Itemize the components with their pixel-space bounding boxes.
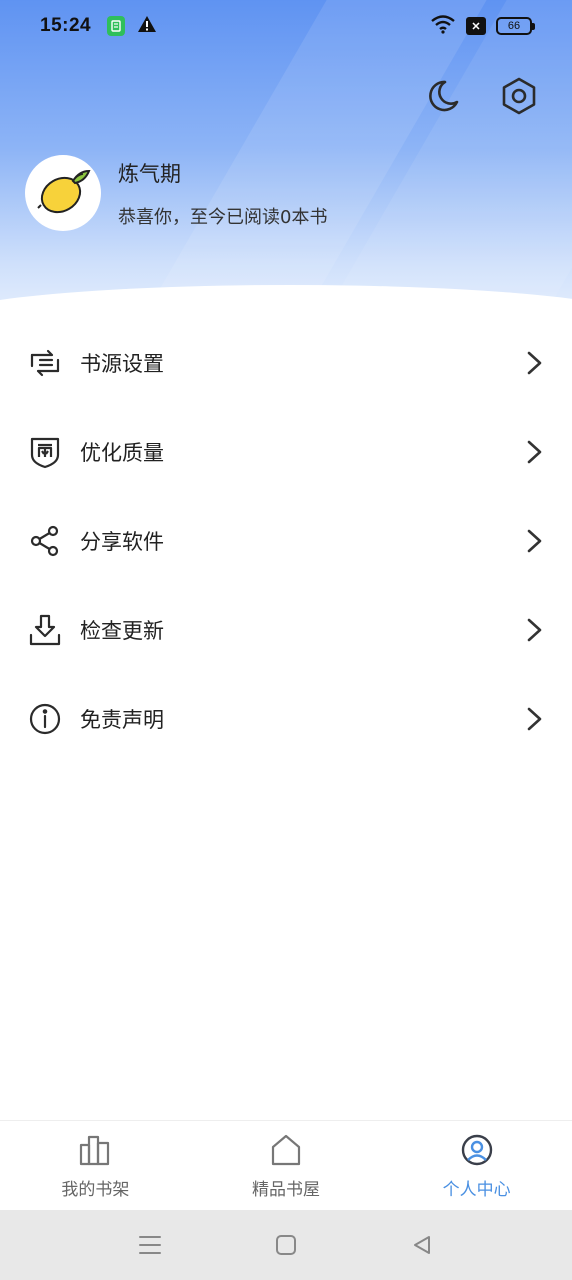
bookshelf-icon — [78, 1133, 112, 1167]
menu-item-label: 免责声明 — [80, 707, 164, 732]
chevron-right-icon — [524, 528, 544, 554]
username: 炼气期 — [118, 162, 181, 186]
tab-bookshelf[interactable]: 我的书架 — [0, 1121, 191, 1210]
nav-label: 个人中心 — [442, 1180, 511, 1200]
reading-stat: 恭喜你，至今已阅读0本书 — [118, 207, 328, 228]
settings-button[interactable] — [499, 76, 539, 116]
menu-item-optimize-quality[interactable]: 优化质量 — [0, 407, 572, 496]
avatar[interactable] — [25, 155, 101, 231]
menu-item-share-app[interactable]: 分享软件 — [0, 496, 572, 585]
chevron-right-icon — [524, 617, 544, 643]
tab-bookstore[interactable]: 精品书屋 — [191, 1121, 382, 1210]
app-notification-icon — [107, 16, 126, 36]
night-mode-button[interactable] — [423, 76, 463, 116]
menu-item-label: 检查更新 — [80, 618, 164, 643]
menu-item-source-settings[interactable]: 书源设置 — [0, 318, 572, 407]
x-box-icon: ✕ — [466, 17, 486, 35]
system-nav-bar — [0, 1210, 572, 1280]
share-icon — [28, 524, 62, 558]
menu-icon[interactable] — [137, 1232, 163, 1258]
chevron-right-icon — [524, 350, 544, 376]
warning-icon — [137, 15, 157, 38]
moon-icon — [423, 80, 463, 120]
back-icon[interactable] — [409, 1232, 435, 1258]
source-settings-icon — [28, 346, 62, 380]
menu-item-disclaimer[interactable]: 免责声明 — [0, 674, 572, 763]
status-time: 15:24 — [40, 15, 92, 36]
chevron-right-icon — [524, 439, 544, 465]
tab-profile[interactable]: 个人中心 — [381, 1121, 572, 1210]
settings-icon — [499, 77, 539, 120]
menu-item-label: 书源设置 — [80, 351, 164, 376]
quality-shield-icon — [28, 435, 62, 469]
lemon-icon — [33, 161, 93, 225]
settings-menu: 书源设置 优化质量 分享软件 检查更新 免责声明 — [0, 318, 572, 763]
battery-icon: 66 — [496, 17, 535, 35]
info-icon — [28, 702, 62, 736]
profile-icon — [460, 1133, 494, 1167]
menu-item-label: 分享软件 — [80, 529, 164, 554]
home-button-icon[interactable] — [273, 1232, 299, 1258]
menu-item-check-update[interactable]: 检查更新 — [0, 585, 572, 674]
wifi-icon — [430, 14, 456, 39]
download-icon — [28, 613, 62, 647]
nav-label: 精品书屋 — [252, 1180, 320, 1200]
home-icon — [269, 1133, 303, 1167]
nav-label: 我的书架 — [61, 1180, 130, 1200]
bottom-nav: 我的书架 精品书屋 个人中心 — [0, 1120, 572, 1210]
chevron-right-icon — [524, 706, 544, 732]
status-bar: 15:24 ✕ 66 — [0, 0, 572, 52]
menu-item-label: 优化质量 — [80, 440, 164, 465]
battery-level: 66 — [507, 20, 521, 32]
